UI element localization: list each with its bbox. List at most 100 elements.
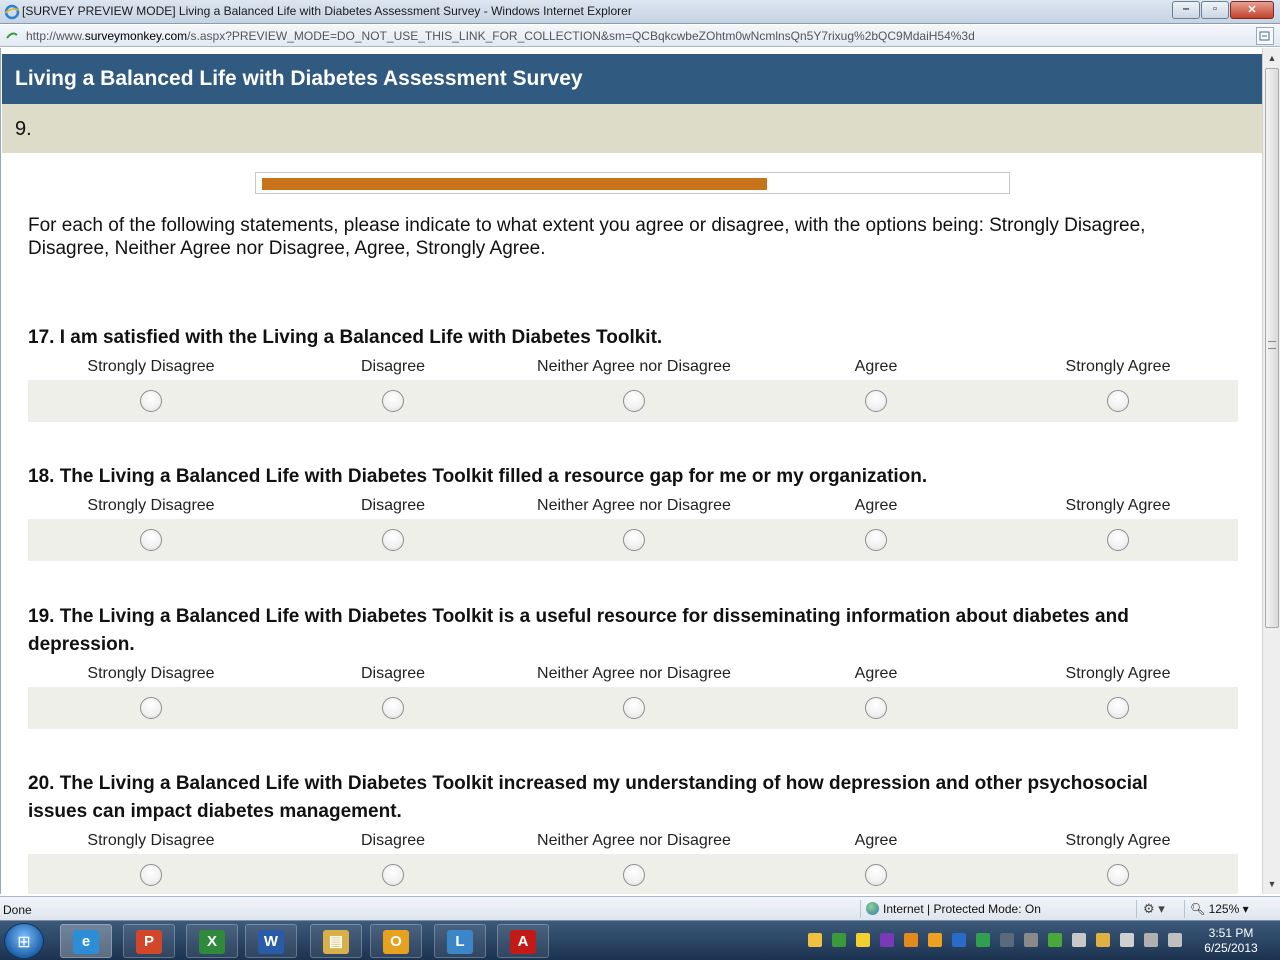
tray-icon[interactable] — [1072, 933, 1086, 947]
page-number: 9. — [15, 118, 32, 140]
radio-row — [28, 519, 1238, 561]
radio-button[interactable] — [140, 864, 162, 886]
tray-icon[interactable] — [1048, 933, 1062, 947]
radio-row — [28, 687, 1238, 729]
vertical-scrollbar[interactable]: ▲ ▼ — [1262, 48, 1280, 894]
window-titlebar: [SURVEY PREVIEW MODE] Living a Balanced … — [0, 0, 1280, 24]
url-text[interactable]: http://www.surveymonkey.com/s.aspx?PREVI… — [26, 29, 975, 43]
close-icon: ✕ — [1247, 4, 1257, 16]
adobe-reader-icon: A — [510, 930, 536, 954]
option-label: Disagree — [360, 358, 426, 375]
zoom-level: 125% — [1208, 902, 1240, 916]
radio-button[interactable] — [623, 864, 645, 886]
taskbar-outlook-button[interactable]: O — [370, 924, 422, 958]
option-label: Disagree — [360, 497, 426, 514]
zone-text: Internet | Protected Mode: On — [883, 902, 1041, 916]
taskbar-powerpoint-button[interactable]: P — [123, 924, 175, 958]
radio-button[interactable] — [1107, 529, 1129, 551]
tray-icon[interactable] — [1144, 933, 1158, 947]
progress-bar — [255, 172, 1010, 194]
scroll-up-arrow-icon[interactable]: ▲ — [1264, 50, 1280, 66]
tray-icon[interactable] — [1000, 933, 1014, 947]
tray-icon[interactable] — [976, 933, 990, 947]
tray-icon[interactable] — [952, 933, 966, 947]
option-labels: Strongly Disagree Disagree Neither Agree n… — [28, 356, 1238, 380]
status-separator — [1136, 900, 1137, 918]
tray-icon[interactable] — [808, 933, 822, 947]
radio-button[interactable] — [140, 529, 162, 551]
taskbar-excel-button[interactable]: X — [186, 924, 238, 958]
tray-icon[interactable] — [928, 933, 942, 947]
close-button[interactable]: ✕ — [1230, 1, 1274, 19]
tray-icon[interactable] — [1120, 933, 1134, 947]
minimize-button[interactable]: ‒ — [1172, 1, 1200, 19]
refresh-button[interactable] — [1256, 27, 1274, 45]
start-button[interactable]: ⊞ — [4, 923, 44, 959]
tray-icon[interactable] — [832, 933, 846, 947]
clock[interactable]: 3:51 PM 6/25/2013 — [1196, 926, 1266, 956]
radio-row — [28, 380, 1238, 422]
radio-button[interactable] — [623, 390, 645, 412]
radio-button[interactable] — [865, 697, 887, 719]
question-block: 20. The Living a Balanced Life with Diab… — [28, 770, 1238, 894]
radio-button[interactable] — [865, 390, 887, 412]
clock-date: 6/25/2013 — [1204, 941, 1258, 955]
scrollbar-thumb[interactable] — [1265, 68, 1279, 628]
maximize-button[interactable]: ▫ — [1201, 1, 1229, 19]
option-label: Strongly Disagree — [87, 832, 215, 849]
option-label: Neither Agree nor Disagree — [537, 665, 731, 682]
option-labels: Strongly Disagree Disagree Neither Agree n… — [28, 663, 1238, 687]
option-label: Strongly Disagree — [87, 497, 215, 514]
question-text: 17. I am satisfied with the Living a Bal… — [28, 327, 663, 348]
radio-button[interactable] — [140, 697, 162, 719]
radio-button[interactable] — [865, 864, 887, 886]
minimize-icon: ‒ — [1182, 3, 1190, 15]
radio-button[interactable] — [140, 390, 162, 412]
taskbar-lync-button[interactable]: L — [434, 924, 486, 958]
taskbar-word-button[interactable]: W — [245, 924, 297, 958]
option-label: Agree — [854, 832, 898, 849]
tray-icon[interactable] — [904, 933, 918, 947]
url-prefix: http://www. — [26, 29, 85, 43]
question-block: 18. The Living a Balanced Life with Diab… — [28, 463, 1238, 561]
excel-icon: X — [199, 930, 225, 954]
radio-button[interactable] — [382, 390, 404, 412]
radio-button[interactable] — [382, 697, 404, 719]
window-title: [SURVEY PREVIEW MODE] Living a Balanced … — [22, 4, 632, 18]
question-block: 19. The Living a Balanced Life with Diab… — [28, 603, 1238, 729]
tray-icon[interactable] — [1168, 933, 1182, 947]
option-label: Strongly Agree — [1065, 665, 1171, 682]
taskbar-file-explorer-button[interactable]: ▤ — [310, 924, 362, 958]
address-bar[interactable]: http://www.surveymonkey.com/s.aspx?PREVI… — [0, 25, 1280, 47]
scroll-down-arrow-icon[interactable]: ▼ — [1264, 876, 1280, 892]
radio-button[interactable] — [623, 697, 645, 719]
tray-icon[interactable] — [1096, 933, 1110, 947]
url-path: /s.aspx?PREVIEW_MODE=DO_NOT_USE_THIS_LIN… — [187, 29, 975, 43]
radio-button[interactable] — [1107, 864, 1129, 886]
url-domain: surveymonkey.com — [84, 29, 188, 43]
radio-button[interactable] — [1107, 697, 1129, 719]
windows-logo-icon: ⊞ — [17, 934, 31, 951]
option-label: Strongly Agree — [1065, 832, 1171, 849]
taskbar-adobe-reader-button[interactable]: A — [497, 924, 549, 958]
radio-button[interactable] — [1107, 390, 1129, 412]
lync-icon: L — [447, 930, 473, 954]
radio-row — [28, 854, 1238, 894]
question-block: 17. I am satisfied with the Living a Bal… — [28, 324, 1238, 422]
security-zone[interactable]: Internet | Protected Mode: On — [866, 902, 1041, 916]
taskbar-internet-explorer-button[interactable]: e — [60, 924, 112, 958]
radio-button[interactable] — [623, 529, 645, 551]
clock-time: 3:51 PM — [1208, 926, 1254, 940]
radio-button[interactable] — [382, 864, 404, 886]
internet-explorer-icon — [4, 4, 20, 20]
tray-icon[interactable] — [856, 933, 870, 947]
protected-mode-icon[interactable]: ⚙ ▾ — [1143, 901, 1165, 917]
tray-icon[interactable] — [1024, 933, 1038, 947]
status-text: Done — [3, 903, 32, 917]
option-labels: Strongly Disagree Disagree Neither Agree n… — [28, 495, 1238, 519]
question-text: 20. The Living a Balanced Life with Diab… — [28, 773, 1148, 822]
zoom-control[interactable]: 🔍︎ 125% ▾ — [1190, 902, 1249, 916]
radio-button[interactable] — [865, 529, 887, 551]
radio-button[interactable] — [382, 529, 404, 551]
tray-icon[interactable] — [880, 933, 894, 947]
